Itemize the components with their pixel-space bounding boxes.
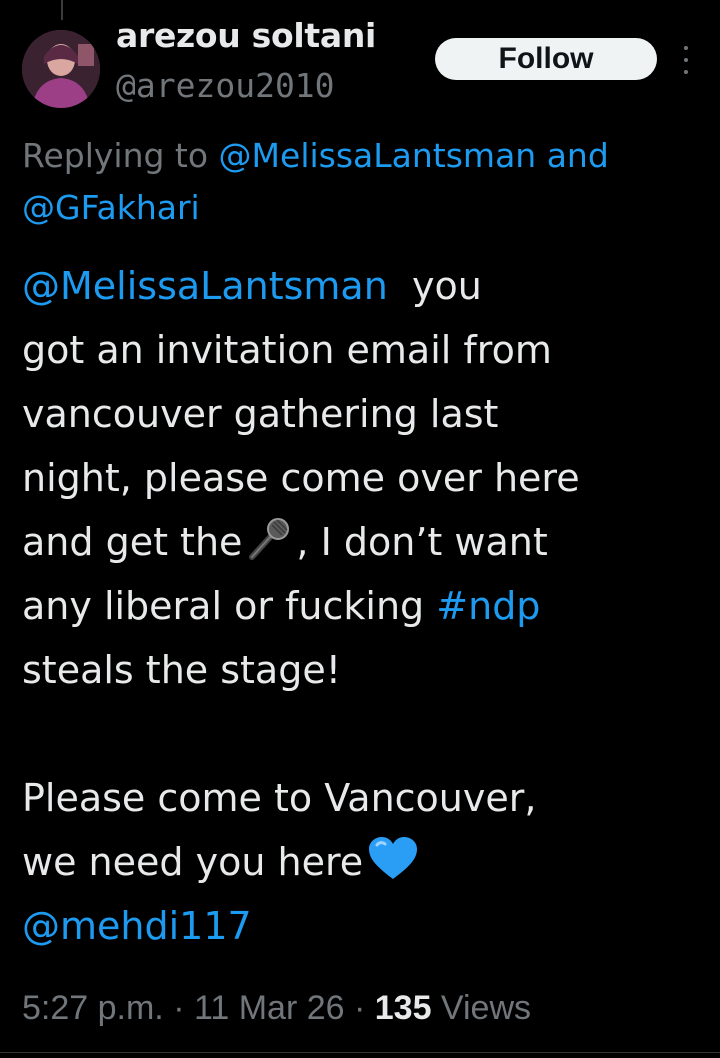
tweet-mention-melissalantsman[interactable]: @MelissaLantsman (22, 264, 388, 308)
reply-mention-melissalantsman[interactable]: @MelissaLantsman (219, 136, 537, 175)
reply-context: Replying to @MelissaLantsman and @GFakha… (22, 130, 712, 234)
reply-mention-gfakhari[interactable]: @GFakhari (22, 188, 200, 227)
tweet-line-2: got an invitation email from (22, 328, 552, 372)
author-display-name[interactable]: arezou soltani (116, 16, 376, 55)
tweet-line-9: we need you here (22, 830, 712, 894)
thread-connector-line (61, 0, 63, 20)
tweet-line-8: Please come to Vancouver, (22, 776, 537, 820)
tweet-text-you: you (387, 264, 482, 308)
author-handle[interactable]: @arezou2010 (116, 66, 335, 105)
tweet-mention-mehdi117[interactable]: @mehdi117 (22, 904, 252, 948)
tweet-date[interactable]: 11 Mar 26 (194, 989, 345, 1027)
tweet-line-3: vancouver gathering last (22, 392, 499, 436)
tweet-text: @MelissaLantsman you got an invitation e… (22, 254, 712, 958)
tweet-text-and-get-the: and get the (22, 520, 243, 564)
tweet-text-we-need-you: we need you here (22, 840, 364, 884)
blue-heart-emoji-icon (367, 836, 419, 900)
replying-prefix: Replying to (22, 136, 219, 175)
follow-button[interactable]: Follow (435, 38, 657, 80)
views-count[interactable]: 135 (375, 989, 432, 1027)
tweet-line-4: night, please come over here (22, 456, 580, 500)
bottom-divider (0, 1052, 720, 1053)
tweet-line-7: steals the stage! (22, 648, 341, 692)
avatar-image (22, 30, 100, 108)
tweet-text-dont-want: , I don’t want (296, 520, 548, 564)
tweet-line-5: and get the , I don’t want (22, 510, 712, 574)
microphone-emoji-icon (246, 516, 292, 580)
meta-separator-2: · (344, 989, 375, 1027)
tweet-line-10: @mehdi117 (22, 894, 712, 958)
tweet-time[interactable]: 5:27 p.m. (22, 989, 164, 1027)
reply-conjunction: and (536, 136, 609, 175)
views-label: Views (431, 989, 532, 1027)
hashtag-ndp[interactable]: #ndp (436, 584, 540, 628)
tweet-line-1: @MelissaLantsman you (22, 254, 712, 318)
meta-separator-1: · (163, 989, 194, 1027)
more-options-icon[interactable] (676, 46, 696, 74)
tweet-line-6: any liberal or fucking #ndp (22, 574, 712, 638)
avatar[interactable] (22, 30, 100, 108)
tweet-metadata: 5:27 p.m. · 11 Mar 26 · 135 Views (22, 980, 531, 1036)
tweet-text-any-liberal: any liberal or fucking (22, 584, 437, 628)
